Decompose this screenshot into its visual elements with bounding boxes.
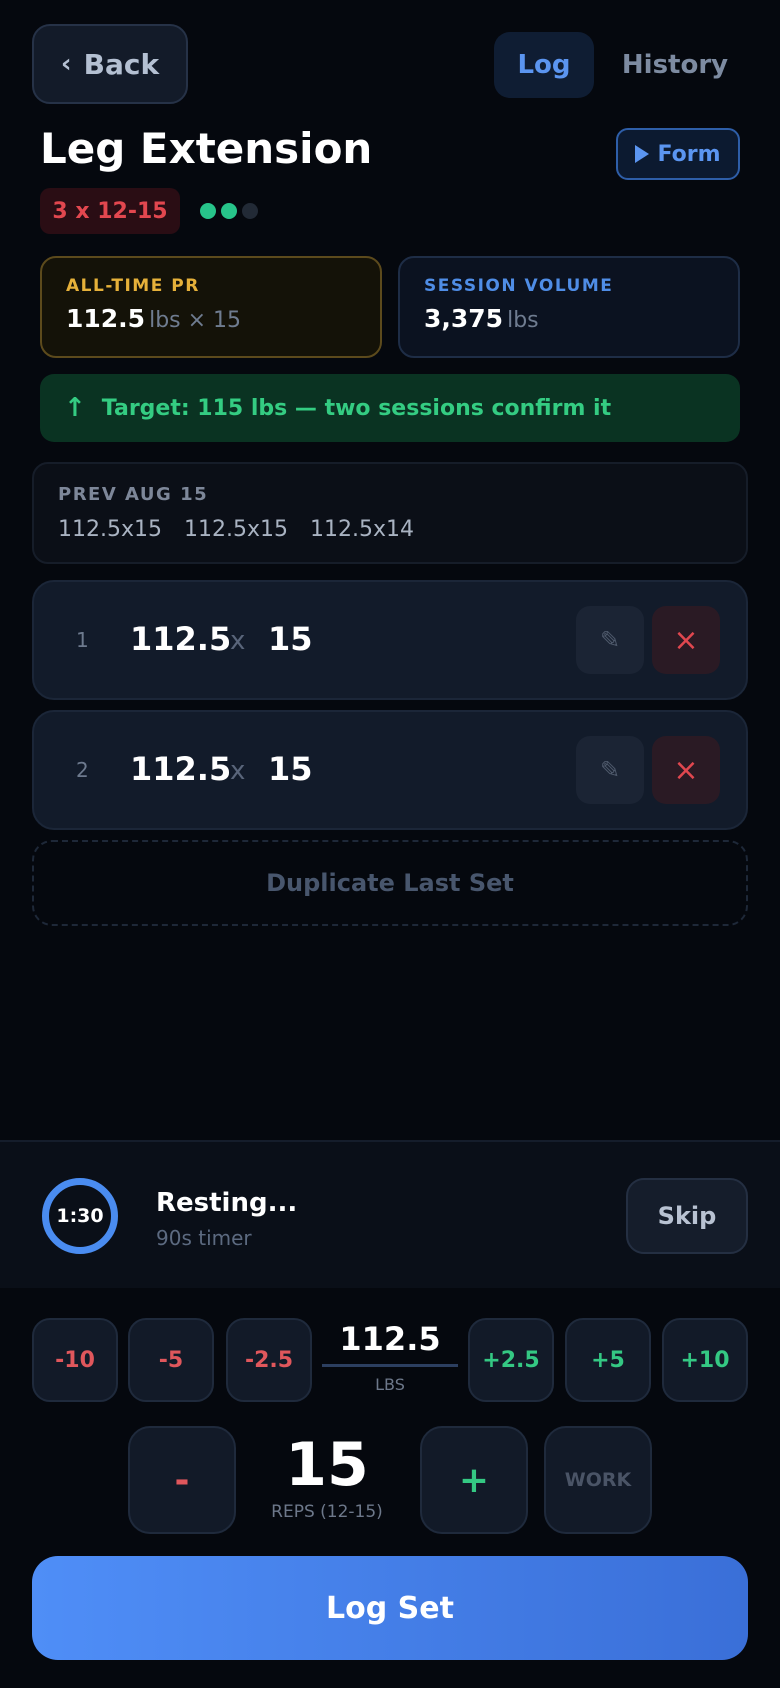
form-label: Form [657, 141, 721, 167]
weight-minus-10-button[interactable]: -10 [32, 1318, 118, 1402]
set-scheme-badge: 3 x 12-15 [40, 188, 180, 234]
rest-title: Resting... [156, 1188, 298, 1218]
input-controls: -10 -5 -2.5 112.5 LBS +2.5 +5 +10 - 15 R… [0, 1290, 780, 1688]
back-button[interactable]: ‹ Back [32, 24, 188, 104]
edit-set-button[interactable]: ✎ [576, 736, 644, 804]
delete-set-button[interactable]: × [652, 606, 720, 674]
progress-dot-filled [200, 203, 216, 219]
rest-timer-ring: 1:30 [42, 1178, 118, 1254]
reps-value: 15 [285, 1430, 369, 1500]
reps-label: REPS (12-15) [271, 1502, 383, 1522]
weight-plus-2-5-button[interactable]: +2.5 [468, 1318, 554, 1402]
previous-set: 112.5x14 [310, 517, 414, 542]
previous-session-card: PREV AUG 15 112.5x15 112.5x15 112.5x14 [32, 462, 748, 564]
weight-value: 112.5 [339, 1320, 441, 1358]
pr-value: 112.5 [66, 304, 146, 333]
previous-set: 112.5x15 [184, 517, 288, 542]
chevron-left-icon: ‹ [60, 49, 72, 79]
set-row: 2 112.5 x 15 ✎ × [32, 710, 748, 830]
progress-dot-empty [242, 203, 258, 219]
pr-unit: lbs × 15 [149, 308, 242, 333]
close-icon: × [673, 622, 699, 658]
log-set-button[interactable]: Log Set [32, 1556, 748, 1660]
form-video-button[interactable]: Form [616, 128, 740, 180]
volume-unit: lbs [507, 308, 539, 333]
pencil-icon: ✎ [599, 626, 621, 654]
reps-plus-button[interactable]: + [420, 1426, 528, 1534]
weight-unit: LBS [375, 1375, 405, 1394]
rest-timer-panel: 1:30 Resting... 90s timer Skip [0, 1140, 780, 1288]
set-weight: 112.5 [130, 620, 232, 658]
skip-rest-button[interactable]: Skip [626, 1178, 748, 1254]
tab-history[interactable]: History [614, 32, 736, 98]
previous-session-label: PREV AUG 15 [58, 484, 209, 505]
rest-subtitle: 90s timer [156, 1226, 252, 1250]
close-icon: × [673, 752, 699, 788]
previous-set: 112.5x15 [58, 517, 162, 542]
duplicate-last-set-button[interactable]: Duplicate Last Set [32, 840, 748, 926]
set-number: 2 [76, 758, 89, 782]
exercise-title: Leg Extension [40, 124, 373, 173]
previous-sets-list: 112.5x15 112.5x15 112.5x14 [58, 517, 722, 542]
weight-plus-10-button[interactable]: +10 [662, 1318, 748, 1402]
set-row: 1 112.5 x 15 ✎ × [32, 580, 748, 700]
all-time-pr-card: ALL-TIME PR 112.5 lbs × 15 [40, 256, 382, 358]
set-weight: 112.5 [130, 750, 232, 788]
weight-minus-2-5-button[interactable]: -2.5 [226, 1318, 312, 1402]
progress-dots [200, 203, 258, 219]
set-reps: 15 [268, 620, 313, 658]
tab-log[interactable]: Log [494, 32, 594, 98]
back-label: Back [83, 47, 160, 81]
reps-minus-button[interactable]: - [128, 1426, 236, 1534]
play-icon [635, 145, 650, 163]
weight-plus-5-button[interactable]: +5 [565, 1318, 651, 1402]
progress-dot-filled [221, 203, 237, 219]
pr-value-line: 112.5 lbs × 15 [66, 304, 356, 333]
volume-label: SESSION VOLUME [424, 276, 614, 296]
session-volume-card: SESSION VOLUME 3,375 lbs [398, 256, 740, 358]
reps-display: 15 REPS (12-15) [256, 1430, 398, 1522]
set-reps: 15 [268, 750, 313, 788]
arrow-up-icon: ↑ [64, 393, 86, 423]
set-type-work-button[interactable]: WORK [544, 1426, 652, 1534]
target-banner: ↑ Target: 115 lbs — two sessions confirm… [40, 374, 740, 442]
volume-value: 3,375 [424, 304, 504, 333]
pr-label: ALL-TIME PR [66, 276, 200, 296]
pencil-icon: ✎ [599, 756, 621, 784]
edit-set-button[interactable]: ✎ [576, 606, 644, 674]
weight-minus-5-button[interactable]: -5 [128, 1318, 214, 1402]
delete-set-button[interactable]: × [652, 736, 720, 804]
weight-underline [322, 1364, 458, 1367]
set-times: x [230, 756, 246, 786]
volume-value-line: 3,375 lbs [424, 304, 714, 333]
weight-display[interactable]: 112.5 LBS [322, 1320, 458, 1394]
set-times: x [230, 626, 246, 656]
target-text: Target: 115 lbs — two sessions confirm i… [101, 395, 612, 421]
set-number: 1 [76, 628, 89, 652]
